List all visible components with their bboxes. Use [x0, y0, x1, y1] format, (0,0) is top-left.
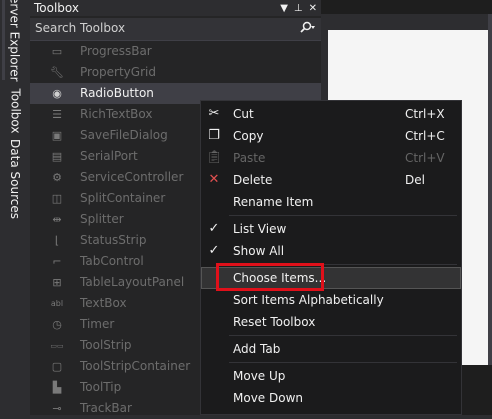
side-tab-label: Toolbox [8, 88, 22, 134]
menu-item-shortcut: Ctrl+C [405, 129, 445, 143]
checkmark-icon: ✓ [208, 221, 220, 236]
context-menu: ✂ Cut Ctrl+X ❐ Copy Ctrl+C 📋︎ Paste Ctrl… [200, 100, 462, 415]
pin-icon[interactable]: ⊥ [294, 3, 303, 14]
menu-item-label: Move Up [233, 369, 286, 383]
menu-item-cut[interactable]: ✂ Cut Ctrl+X [201, 103, 461, 125]
side-tab-strip: Server Explorer Toolbox Data Sources [0, 0, 30, 415]
toolbox-item-label: RichTextBox [80, 107, 153, 121]
toolbox-item-label: SerialPort [80, 149, 138, 163]
table-icon: ⊞ [52, 276, 62, 289]
menu-item-label: Paste [233, 151, 266, 165]
toolbox-item-label: StatusStrip [80, 233, 147, 247]
toolbox-item-label: Timer [80, 317, 115, 331]
menu-item-move-up[interactable]: Move Up [201, 365, 461, 387]
toolbox-item-label: ToolStripContainer [80, 359, 191, 373]
gear-icon: ⚙ [52, 171, 62, 184]
menu-separator [229, 362, 457, 363]
radio-icon: ◉ [52, 87, 62, 100]
timer-icon: ◷ [52, 318, 62, 331]
toolbox-item-label: TextBox [80, 296, 127, 310]
toolbox-title-bar: Toolbox ▼ ⊥ ✕ [30, 0, 321, 16]
textbox-icon: abl [50, 299, 64, 308]
side-tab-label: Data Sources [8, 139, 22, 219]
savefiledialog-icon: ▣ [51, 129, 63, 142]
dropdown-arrow-icon[interactable]: ▼ [280, 3, 288, 14]
menu-item-label: Rename Item [233, 195, 314, 209]
toolstrip-icon: ▭▭ [50, 342, 64, 350]
toolbox-item-label: SplitContainer [80, 191, 166, 205]
toolbox-item-label: RadioButton [80, 86, 154, 100]
toolbox-item-label: SaveFileDialog [80, 128, 168, 142]
menu-item-sort[interactable]: Sort Items Alphabetically [201, 289, 461, 311]
toolbox-item-label: TabControl [80, 254, 144, 268]
side-tab-toolbox[interactable]: Toolbox [6, 88, 24, 134]
delete-x-icon: ✕ [208, 172, 220, 187]
menu-item-reset[interactable]: Reset Toolbox [201, 311, 461, 333]
menu-item-move-down[interactable]: Move Down [201, 387, 461, 409]
menu-separator [229, 335, 457, 336]
toolbox-search-box[interactable]: Search Toolbox [30, 18, 321, 41]
side-tab-server-explorer[interactable]: Server Explorer [6, 0, 24, 82]
toolbox-item-label: ToolTip [80, 380, 122, 394]
editor-scrollbar[interactable] [488, 14, 492, 415]
splitter-icon: ⇹ [52, 213, 62, 226]
menu-item-label: Sort Items Alphabetically [233, 293, 384, 307]
tooltip-icon: ▙ [52, 381, 62, 394]
menu-item-label: Add Tab [233, 342, 281, 356]
toolbox-item-label: TableLayoutPanel [80, 275, 185, 289]
toolbox-item-label: ServiceController [80, 170, 184, 184]
progressbar-icon: ▭ [51, 45, 63, 58]
richtextbox-icon: ☰ [52, 108, 62, 121]
toolbox-item-label: ProgressBar [80, 44, 152, 58]
menu-item-delete[interactable]: ✕ Delete Del [201, 169, 461, 191]
toolbox-item[interactable]: ▭ ProgressBar [30, 41, 321, 62]
wrench-icon: 🔧︎ [50, 66, 64, 79]
menu-item-shortcut: Ctrl+V [405, 151, 445, 165]
menu-item-rename[interactable]: Rename Item [201, 191, 461, 213]
annotation-highlight-box [216, 263, 324, 291]
trackbar-icon: ⊸ [52, 402, 62, 415]
menu-item-label: Move Down [233, 391, 303, 405]
copy-icon: ❐ [208, 128, 220, 143]
menu-item-shortcut: Del [405, 173, 425, 187]
menu-item-paste: 📋︎ Paste Ctrl+V [201, 147, 461, 169]
menu-item-label: Cut [233, 107, 254, 121]
tabcontrol-icon: ⌐ [52, 255, 62, 268]
toolbox-title: Toolbox [34, 1, 79, 15]
toolbox-item-label: ToolStrip [80, 338, 132, 352]
search-icon-glyph [300, 21, 315, 33]
menu-item-label: List View [233, 222, 287, 236]
menu-item-add-tab[interactable]: Add Tab [201, 338, 461, 360]
menu-item-show-all[interactable]: ✓ Show All [201, 240, 461, 262]
serialport-icon: ▤ [51, 150, 63, 163]
scissors-icon: ✂ [208, 106, 220, 121]
checkmark-icon: ✓ [208, 243, 220, 258]
toolstripcontainer-icon: ▢ [51, 360, 63, 373]
menu-item-label: Show All [233, 244, 285, 258]
splitcontainer-icon: ◫ [51, 192, 63, 205]
toolbox-item-label: TrackBar [80, 401, 132, 415]
statusstrip-icon: ⌊ [54, 234, 60, 247]
close-icon[interactable]: ✕ [309, 3, 317, 14]
menu-item-copy[interactable]: ❐ Copy Ctrl+C [201, 125, 461, 147]
toolbox-item[interactable]: 🔧︎ PropertyGrid [30, 62, 321, 83]
toolbox-item-label: Splitter [80, 212, 124, 226]
paste-icon: 📋︎ [206, 150, 223, 165]
menu-item-list-view[interactable]: ✓ List View [201, 218, 461, 240]
search-icon[interactable] [299, 21, 315, 38]
menu-item-label: Copy [233, 129, 264, 143]
menu-separator [229, 215, 457, 216]
side-tab-label: Server Explorer [8, 0, 23, 82]
menu-item-label: Reset Toolbox [233, 315, 316, 329]
side-tab-divider [2, 0, 5, 80]
search-placeholder: Search Toolbox [35, 21, 126, 35]
menu-item-label: Delete [233, 173, 273, 187]
editor-tab-bar [321, 0, 492, 14]
toolbox-title-icons: ▼ ⊥ ✕ [280, 0, 317, 16]
toolbox-item-label: PropertyGrid [80, 65, 156, 79]
side-tab-data-sources[interactable]: Data Sources [6, 139, 24, 219]
menu-item-shortcut: Ctrl+X [405, 107, 445, 121]
